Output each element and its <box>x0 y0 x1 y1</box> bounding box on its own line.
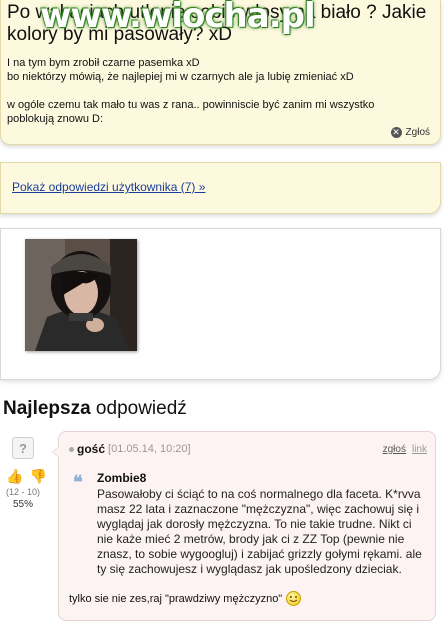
report-button[interactable]: ✕ Zgłoś <box>390 127 430 138</box>
user-answers-link[interactable]: Pokaż odpowiedzi użytkownika (7) » <box>12 180 205 194</box>
question-line: I na tym bym zrobił czarne pasemka xD <box>7 57 200 69</box>
report-label: Zgłoś <box>405 127 430 138</box>
photo-box <box>0 228 441 380</box>
question-body: I na tym bym zrobił czarne pasemka xD bo… <box>7 56 437 126</box>
answer-permalink[interactable]: link <box>412 444 427 455</box>
smiley-icon <box>286 591 302 606</box>
status-dot-icon <box>69 446 74 452</box>
vote-count: (12 - 10) <box>6 487 41 497</box>
best-answer-heading-bold: Najlepsza <box>3 398 91 419</box>
answer-author: gość <box>77 442 106 456</box>
vote-percent: 55% <box>13 499 34 510</box>
thumb-down-icon[interactable]: 👎 <box>29 468 46 485</box>
reply-text: tylko sie nie zes,raj "prawdziwy mężczyz… <box>69 592 283 605</box>
user-answers-box: Pokaż odpowiedzi użytkownika (7) » <box>0 162 441 214</box>
thumb-up-icon[interactable]: 👍 <box>6 468 23 485</box>
vote-panel: 👍 👎 (12 - 10) 55% <box>6 468 47 510</box>
reply: tylko sie nie zes,raj "prawdziwy mężczyz… <box>69 591 302 606</box>
quote-author: Zombie8 <box>97 471 147 485</box>
answer-card: gość [01.05.14, 10:20] zgłoś link ❝ Zomb… <box>52 431 436 621</box>
best-answer-heading: Najlepsza odpowiedź <box>3 398 187 420</box>
question-line: bo niektórzy mówią, że najlepiej mi w cz… <box>7 71 354 83</box>
report-icon: ✕ <box>390 127 402 138</box>
avatar-icon[interactable]: ? <box>12 437 34 459</box>
question-line: poblokują znowu D: <box>7 113 104 125</box>
user-photo[interactable] <box>25 239 137 351</box>
best-answer-heading-rest: odpowiedź <box>90 398 187 419</box>
question-card: Po wakacjach utlenię sobie włosy na biał… <box>0 0 441 145</box>
answer-report-link[interactable]: zgłoś <box>383 444 406 455</box>
answer-meta: gość [01.05.14, 10:20] <box>69 442 191 456</box>
answer-date: [01.05.14, 10:20] <box>108 443 191 455</box>
answer-actions: zgłoś link <box>383 444 427 455</box>
quote-text: Pasowałoby ci ściąć to na coś normalnego… <box>97 487 422 576</box>
question-line: w ogóle czemu tak mało tu was z rana.. p… <box>7 99 375 111</box>
quote-icon: ❝ <box>73 472 83 492</box>
question-title: Po wakacjach utlenię sobie włosy na biał… <box>7 2 427 45</box>
